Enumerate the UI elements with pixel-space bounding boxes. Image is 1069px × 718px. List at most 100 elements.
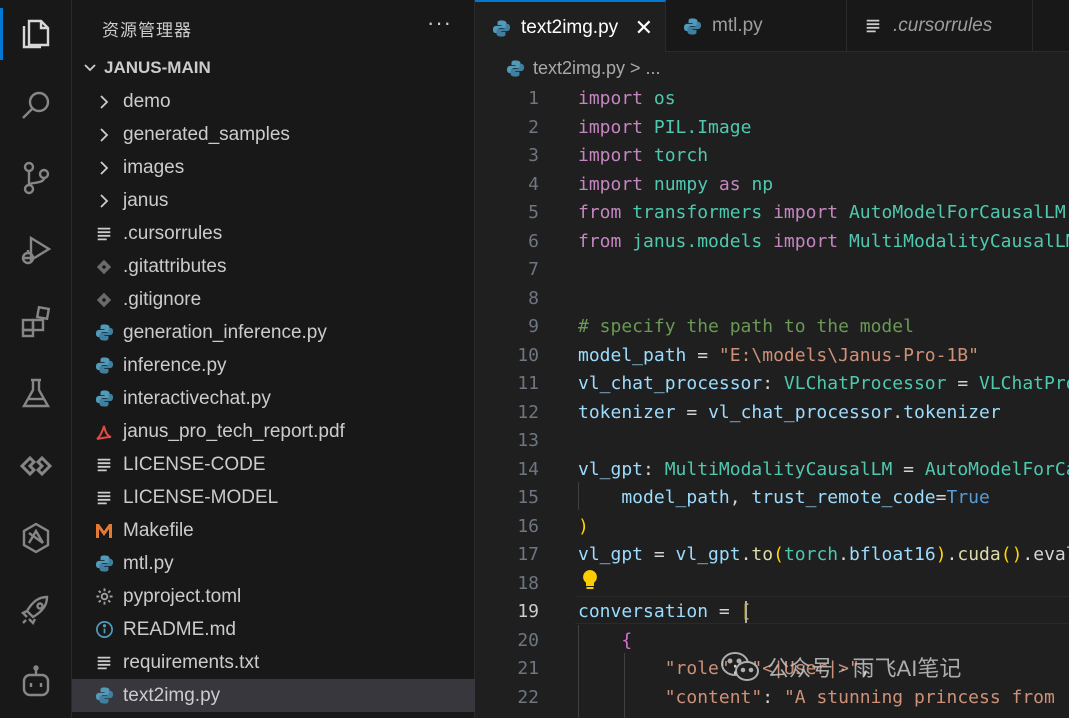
tree-item[interactable]: Makefile — [72, 514, 475, 547]
explorer-sidebar: 资源管理器 ··· JANUS-MAIN demo generated_sampl… — [72, 0, 475, 718]
tree-item[interactable]: .gitattributes — [72, 250, 475, 283]
tree-item[interactable]: mtl.py — [72, 547, 475, 580]
python-icon — [94, 686, 114, 706]
tree-item[interactable]: LICENSE-MODEL — [72, 481, 475, 514]
testing-flask-icon[interactable] — [0, 362, 72, 426]
code-token: "content" — [664, 686, 763, 708]
code-token: ) — [578, 515, 589, 537]
tree-item[interactable]: .gitignore — [72, 283, 475, 316]
code-token: = — [708, 601, 741, 622]
tree-item[interactable]: .cursorrules — [72, 217, 475, 250]
code-token: cuda — [957, 544, 1001, 565]
code-token: import — [773, 230, 839, 252]
line-number: 14 — [517, 458, 539, 480]
line-number: 13 — [517, 430, 539, 451]
run-debug-icon[interactable] — [0, 218, 72, 282]
tree-item-label: pyproject.toml — [123, 585, 242, 607]
code-token: , — [729, 487, 752, 508]
code-token: VLChatProcessor — [783, 373, 947, 394]
tree-item-label: requirements.txt — [123, 651, 260, 673]
code-token: vl_gpt — [675, 544, 741, 565]
code-token: vl_gpt — [578, 458, 644, 480]
code-token: transformers — [632, 202, 763, 223]
line-number: 6 — [528, 230, 539, 252]
code-token: { — [621, 629, 633, 651]
chevron-right-icon — [94, 158, 114, 178]
rocket-icon[interactable] — [0, 578, 72, 642]
tree-item[interactable]: LICENSE-CODE — [72, 448, 475, 481]
search-icon[interactable] — [0, 74, 72, 138]
line-number: 5 — [528, 202, 539, 223]
wechat-icon — [721, 652, 759, 681]
lines-file-icon — [863, 16, 883, 36]
tree-item-label: mtl.py — [123, 552, 174, 574]
code-token: torch — [653, 145, 709, 166]
tree-item[interactable]: janus — [72, 184, 475, 217]
explorer-icon[interactable] — [0, 2, 72, 66]
code-token: = — [643, 544, 676, 565]
tree-item[interactable]: text2img.py — [72, 679, 475, 712]
code-token: vl_gpt — [578, 544, 644, 565]
tree-item-label: text2img.py — [123, 684, 221, 706]
tab-cursorrules[interactable]: .cursorrules — [847, 0, 1033, 52]
code-token: tokenizer — [903, 401, 1001, 423]
code-token: bfloat16 — [848, 544, 936, 565]
tree-item-label: Makefile — [123, 519, 194, 541]
remote-explorer-icon[interactable] — [0, 434, 72, 498]
tree-item[interactable]: demo — [72, 85, 475, 118]
tree-item[interactable]: inference.py — [72, 349, 475, 382]
code-token: "E:\models\Janus-Pro-1B" — [718, 344, 979, 366]
code-editor[interactable]: 1 2 3 4 5 6 7 8 9 10 11 12 13 14 15 16 17 18 19 20 21 22 impo… — [475, 84, 1069, 718]
tree-item[interactable]: pyproject.toml — [72, 580, 475, 613]
code-line: model_path, trust_remote_code=True — [578, 484, 990, 513]
extensions-icon[interactable] — [0, 290, 72, 354]
line-number: 2 — [528, 116, 539, 138]
code-token: : — [762, 686, 784, 708]
tab-text2img[interactable]: text2img.py ✕ — [475, 0, 666, 53]
tree-item[interactable]: README.md — [72, 613, 475, 646]
code-token: os — [653, 88, 676, 109]
tree-item-label: janus — [123, 189, 169, 211]
tree-item[interactable]: interactivechat.py — [72, 382, 475, 415]
pdf-icon — [94, 422, 114, 442]
tab-mtl[interactable]: mtl.py — [666, 0, 847, 52]
tree-item-label: README.md — [123, 618, 236, 640]
bot-icon[interactable] — [0, 650, 72, 714]
code-line: from janus.models import MultiModalityCa… — [578, 228, 1069, 257]
workspace-root[interactable]: JANUS-MAIN — [72, 52, 475, 84]
tree-item[interactable]: requirements.txt — [72, 646, 475, 679]
tree-item[interactable]: images — [72, 151, 475, 184]
code-token: = — [686, 344, 719, 366]
code-line: import PIL.Image — [578, 114, 751, 143]
line-number: 3 — [528, 145, 539, 166]
code-token: import — [773, 202, 839, 223]
code-token: . — [740, 544, 752, 565]
ai-assistant-icon[interactable] — [0, 506, 72, 570]
breadcrumb[interactable]: text2img.py > ... — [475, 52, 1069, 84]
more-actions-icon[interactable]: ··· — [427, 10, 452, 36]
source-control-icon[interactable] — [0, 146, 72, 210]
tree-item[interactable]: generated_samples — [72, 118, 475, 151]
explorer-title: 资源管理器 — [102, 21, 192, 40]
lines-file-icon — [94, 653, 114, 673]
line-number: 4 — [528, 173, 539, 195]
tree-item[interactable]: janus_pro_tech_report.pdf — [72, 415, 475, 448]
workspace-root-label: JANUS-MAIN — [104, 58, 211, 77]
tab-label: text2img.py — [521, 16, 619, 38]
code-token: to — [751, 544, 774, 565]
lightbulb-icon[interactable] — [580, 568, 600, 592]
code-token: # specify the path to the model — [578, 316, 914, 337]
tree-item[interactable]: generation_inference.py — [72, 316, 475, 349]
tree-item-label: LICENSE-CODE — [123, 453, 266, 475]
python-icon — [505, 58, 525, 78]
code-token: import — [578, 145, 644, 166]
code-token: tokenizer — [578, 401, 676, 423]
close-icon[interactable]: ✕ — [635, 15, 653, 41]
python-icon — [491, 18, 511, 38]
code-line: tokenizer = vl_chat_processor.tokenizer — [578, 399, 1001, 428]
